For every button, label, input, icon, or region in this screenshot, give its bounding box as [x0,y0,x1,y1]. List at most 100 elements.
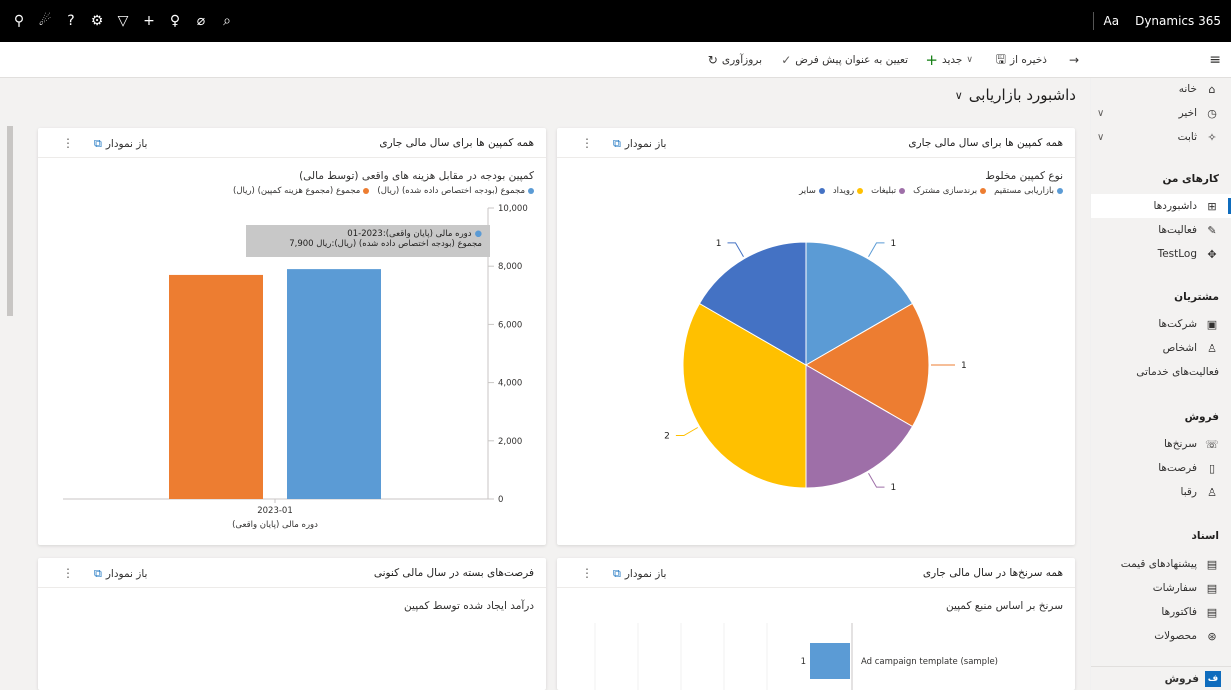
idea-icon[interactable]: ♀ [162,0,188,42]
content-scroll-thumb[interactable] [7,126,13,316]
card-budget-vs-actual: همه کمپین ها برای سال مالی جاری ⧉ باز نمو… [38,128,546,545]
top-icon-group: ⚲ ☄? ⚙ ▽ + ♀ ⌀ ⌕ [0,0,240,42]
tooltip-row: دوره مالی (پایان واقعی):2023-01 ● [254,229,482,239]
card-title: فرصت‌های بسته در سال مالی کنونی [373,567,534,579]
sidebar-item-icon: ✥ [1207,247,1217,261]
sidebar-item-label: TestLog [1157,248,1197,260]
sidebar-item-label: فعالیت‌ها [1158,224,1197,236]
card-closed-opportunities: فرصت‌های بسته در سال مالی کنونی ⧉ باز نمو… [38,558,546,690]
sidebar-item[interactable]: فرصت‌ها ▯ [1091,456,1231,480]
card-leads-by-source: همه سرنخ‌ها در سال مالی جاری ⧉ باز نمودار… [557,558,1075,690]
dashboard-chevron-icon: ∨ [954,88,963,102]
card-campaign-type-pie: همه کمپین ها برای سال مالی جاری ⧉ باز نمو… [557,128,1075,545]
sidebar-item[interactable]: فعالیت‌های خدماتی [1091,360,1231,384]
add-icon[interactable]: + [136,0,162,42]
sidebar-item-label: محصولات [1154,630,1197,642]
sidebar-item[interactable]: TestLog ✥ [1091,242,1231,266]
pie-data-label: 1 [716,239,722,249]
tooltip-row: مجموع (بودجه اختصاص داده شده) (ریال):ریا… [254,239,482,249]
app-name[interactable]: Dynamics 365 [1135,14,1221,28]
sidebar-item-label: اشخاص [1162,342,1197,354]
sidebar-item-top[interactable]: خانه ⌂ [1091,77,1231,101]
dashboard-title[interactable]: ∨ داشبورد بازاریابی [955,86,1076,104]
sidebar-item[interactable]: محصولات ⊛ [1091,624,1231,648]
open-chart-button[interactable]: ⧉ باز نمودار [94,567,147,581]
bar-chart: 0 2,000 4,000 6,000 8,000 10,000 2023-01 دوره م… [63,204,528,530]
pie-leader-line [868,473,885,488]
pie-leader-line [868,242,885,257]
area-switcher[interactable]: فروش ف [1091,666,1231,690]
refresh-button[interactable]: ↻ بروزآوری [708,42,762,78]
bar-value-label: 1 [801,657,806,667]
x-axis-title: دوره مالی (پایان واقعی) [232,520,318,530]
set-default-label: تعیین به عنوان پیش فرض [795,54,908,66]
card-header: فرصت‌های بسته در سال مالی کنونی ⧉ باز نمو… [38,558,546,588]
back-button[interactable]: → [1069,42,1079,78]
more-options-icon[interactable]: ⋮ [62,566,74,580]
sidebar-item[interactable]: شرکت‌ها ▣ [1091,312,1231,336]
filter-icon[interactable]: ▽ [110,0,136,42]
target-icon[interactable]: ⌀ [188,0,214,42]
refresh-icon: ↻ [707,53,718,67]
sidebar-item[interactable]: فاکتورها ▤ [1091,600,1231,624]
chart-tooltip: دوره مالی (پایان واقعی):2023-01 ● مجموع (… [246,225,490,257]
help-icon[interactable]: ? [58,0,84,42]
sidebar-item-icon: ▯ [1208,461,1216,475]
area-badge: ف [1205,670,1221,687]
sidebar-item[interactable]: اشخاص ♙ [1091,336,1231,360]
tooltip-line1: دوره مالی (پایان واقعی):2023-01 [347,229,472,239]
save-as-label: ذخیره از [1010,54,1047,66]
tooltip-line2: مجموع (بودجه اختصاص داده شده) (ریال):ریا… [289,239,482,249]
save-as-button[interactable]: 🖫 ذخیره از [996,42,1047,78]
new-button[interactable]: + جدید ∨ [925,42,977,78]
y-tick-label: 0 [498,495,503,505]
lightbulb-feedback-icon[interactable]: ☄ [32,0,58,42]
open-chart-label: باز نمودار [105,568,148,580]
sidebar-section-title: کارهای من [1162,173,1219,185]
bar [810,643,850,679]
chart-subtitle: درآمد ایجاد شده توسط کمپین [404,600,534,612]
sidebar-item-label: رقبا [1180,486,1197,498]
command-bar: → 🖫 ذخیره از + جدید ∨ ✓ تعیین به عنوان پ… [0,42,1231,78]
sidebar-nav: فروش ف خانه ⌂ اخیر ◷ ∨ ثابت ✧ ∨ کارهای من داشبورد… [1091,78,1231,690]
sidebar-item-top[interactable]: ثابت ✧ ∨ [1091,125,1231,149]
y-tick-label: 6,000 [498,320,522,330]
sidebar-section-title: اسناد [1191,530,1219,542]
y-tick-label: 2,000 [498,437,522,447]
sidebar-section-title: فروش [1184,411,1219,423]
pie-data-label: 1 [961,361,967,371]
sidebar-item[interactable]: رقبا ♙ [1091,480,1231,504]
bar [169,274,263,499]
pie-leader-line [675,427,698,436]
new-label: جدید [941,54,963,66]
sidebar-item[interactable]: سرنخ‌ها ☏ [1091,432,1231,456]
sidebar-item[interactable]: داشبوردها ⊞ [1091,194,1231,218]
sidebar-item-icon: ♙ [1207,341,1217,355]
sidebar-item[interactable]: سفارشات ▤ [1091,576,1231,600]
chevron-down-icon[interactable]: ∨ [1097,132,1104,143]
sidebar-item-icon: ☏ [1205,437,1219,451]
person-icon[interactable]: ⚲ [6,0,32,42]
font-settings-button[interactable]: Aa [1104,14,1120,28]
checkmark-icon: ✓ [781,53,792,67]
chevron-down-icon: ∨ [966,55,973,65]
sidebar-item-icon: ◷ [1207,106,1217,120]
pie-chart: 1 1 1 2 1 [664,239,967,493]
sidebar-item-label: فعالیت‌های خدماتی [1136,366,1219,378]
sidebar-item-icon: ♙ [1207,485,1217,499]
chevron-down-icon[interactable]: ∨ [1097,108,1104,119]
sidebar-item-top[interactable]: اخیر ◷ ∨ [1091,101,1231,125]
sidebar-item-icon: ▣ [1206,317,1218,331]
sidebar-item[interactable]: فعالیت‌ها ✎ [1091,218,1231,242]
sidebar-item-label: خانه [1178,83,1197,95]
pie-leader-line [727,242,744,257]
sidebar-item-label: سفارشات [1152,582,1197,594]
hamburger-icon: ≡ [1209,52,1221,68]
set-default-button[interactable]: ✓ تعیین به عنوان پیش فرض [781,42,908,78]
sidebar-item[interactable]: پیشنهادهای قیمت ▤ [1091,552,1231,576]
sidebar-item-icon: ▤ [1206,557,1218,571]
settings-icon[interactable]: ⚙ [84,0,110,42]
search-icon[interactable]: ⌕ [214,0,240,42]
menu-toggle-button[interactable]: ≡ [1209,42,1221,78]
content-scrollbar[interactable] [6,118,14,690]
